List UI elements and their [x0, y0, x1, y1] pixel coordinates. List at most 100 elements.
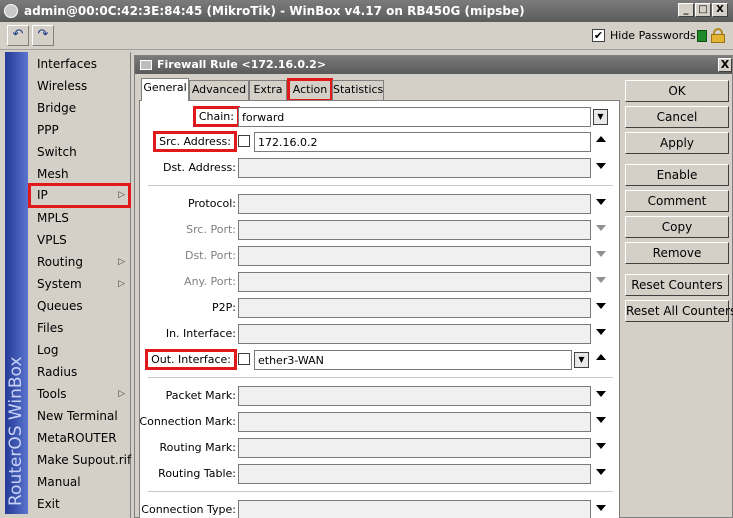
p2p-field[interactable]	[238, 298, 591, 318]
menu-item-switch[interactable]: Switch	[28, 141, 131, 163]
menu-item-wireless[interactable]: Wireless	[28, 75, 131, 97]
menu-item-routing[interactable]: Routing ▷	[28, 251, 131, 273]
menu-item-queues[interactable]: Queues	[28, 295, 131, 317]
menu-item-files[interactable]: Files	[28, 317, 131, 339]
brand-text: RouterOS WinBox	[6, 356, 26, 506]
close-window-button[interactable]: X	[712, 3, 728, 17]
section-divider	[148, 185, 613, 186]
apply-button[interactable]: Apply	[625, 132, 729, 154]
routing-table-field[interactable]	[238, 464, 591, 484]
any-port-label: Any. Port:	[184, 275, 236, 288]
remove-button[interactable]: Remove	[625, 242, 729, 264]
dst-address-field[interactable]	[238, 158, 591, 178]
routing-table-row: Routing Table:	[140, 464, 619, 486]
maximize-button[interactable]: □	[695, 3, 711, 17]
protocol-row: Protocol:	[140, 194, 619, 216]
hide-passwords-checkbox[interactable]: ✔	[592, 29, 605, 42]
tab-extra[interactable]: Extra	[249, 80, 287, 100]
dialog-title-bar[interactable]: Firewall Rule <172.16.0.2> X	[135, 56, 732, 74]
menu-item-exit[interactable]: Exit	[28, 493, 131, 515]
expand-arrow-icon[interactable]	[596, 469, 606, 475]
expand-arrow-icon[interactable]	[596, 303, 606, 309]
dialog-close-button[interactable]: X	[718, 58, 732, 72]
src-address-input[interactable]: 172.16.0.2	[254, 132, 591, 152]
tab-statistics[interactable]: Statistics	[332, 80, 384, 100]
out-interface-dropdown-button[interactable]: ▼	[574, 352, 589, 368]
expand-arrow-icon[interactable]	[596, 443, 606, 449]
firewall-rule-dialog: Firewall Rule <172.16.0.2> X General Adv…	[134, 55, 733, 518]
undo-button[interactable]: ↶	[7, 25, 29, 46]
submenu-arrow-icon: ▷	[118, 389, 125, 399]
tab-action[interactable]: Action	[287, 78, 333, 102]
window-title: admin@00:0C:42:3E:84:45 (MikroTik) - Win…	[24, 4, 525, 18]
copy-button[interactable]: Copy	[625, 216, 729, 238]
menu-item-manual[interactable]: Manual	[28, 471, 131, 493]
connection-type-field[interactable]	[238, 500, 591, 518]
connection-mark-row: Connection Mark:	[140, 412, 619, 434]
ok-button[interactable]: OK	[625, 80, 729, 102]
dst-port-field[interactable]	[238, 246, 591, 266]
chain-field[interactable]: forward	[238, 107, 591, 127]
menu-item-radius[interactable]: Radius	[28, 361, 131, 383]
enable-button[interactable]: Enable	[625, 164, 729, 186]
menu-item-tools[interactable]: Tools ▷	[28, 383, 131, 405]
src-port-field[interactable]	[238, 220, 591, 240]
p2p-label: P2P:	[212, 301, 236, 314]
window-title-bar[interactable]: admin@00:0C:42:3E:84:45 (MikroTik) - Win…	[0, 0, 733, 22]
connection-type-row: Connection Type:	[140, 500, 619, 518]
tab-general[interactable]: General	[141, 78, 189, 101]
menu-item-ppp[interactable]: PPP	[28, 119, 131, 141]
chain-dropdown-button[interactable]: ▼	[593, 109, 608, 125]
packet-mark-label: Packet Mark:	[165, 389, 236, 402]
tab-advanced[interactable]: Advanced	[189, 80, 249, 100]
src-port-label: Src. Port:	[186, 223, 236, 236]
reset-counters-button[interactable]: Reset Counters	[625, 274, 729, 296]
p2p-row: P2P:	[140, 298, 619, 320]
routing-mark-field[interactable]	[238, 438, 591, 458]
menu-item-metarouter[interactable]: MetaROUTER	[28, 427, 131, 449]
dst-address-label: Dst. Address:	[162, 161, 236, 174]
protocol-field[interactable]	[238, 194, 591, 214]
packet-mark-row: Packet Mark:	[140, 386, 619, 408]
menu-item-system[interactable]: System ▷	[28, 273, 131, 295]
menu-item-interfaces[interactable]: Interfaces	[28, 53, 131, 75]
out-interface-negate-checkbox[interactable]	[238, 353, 250, 365]
out-interface-field[interactable]: ether3-WAN	[254, 350, 572, 370]
menu-item-vpls[interactable]: VPLS	[28, 229, 131, 251]
dst-port-label: Dst. Port:	[184, 249, 236, 262]
connection-type-label: Connection Type:	[141, 503, 236, 516]
cancel-button[interactable]: Cancel	[625, 106, 729, 128]
minimize-button[interactable]: _	[678, 3, 694, 17]
src-address-negate-checkbox[interactable]	[238, 135, 250, 147]
general-tab-panel: Chain: forward ▼ Src. Address: 172.16.0.…	[139, 100, 620, 518]
menu-item-new-terminal[interactable]: New Terminal	[28, 405, 131, 427]
expand-arrow-icon[interactable]	[596, 505, 606, 511]
lock-icon	[711, 28, 725, 43]
collapse-arrow-icon[interactable]	[596, 136, 606, 142]
chain-label: Chain:	[192, 106, 241, 127]
expand-arrow-icon[interactable]	[596, 163, 606, 169]
expand-arrow-icon[interactable]	[596, 391, 606, 397]
main-toolbar: ↶ ↷ ✔ Hide Passwords	[0, 22, 733, 50]
connection-mark-field[interactable]	[238, 412, 591, 432]
expand-arrow-icon[interactable]	[596, 417, 606, 423]
submenu-arrow-icon: ▷	[118, 279, 125, 289]
src-port-row: Src. Port:	[140, 220, 619, 242]
out-interface-row: Out. Interface: ether3-WAN ▼	[140, 349, 619, 372]
menu-item-bridge[interactable]: Bridge	[28, 97, 131, 119]
any-port-field[interactable]	[238, 272, 591, 292]
reset-all-counters-button[interactable]: Reset All Counters	[625, 300, 733, 322]
in-interface-field[interactable]	[238, 324, 591, 344]
expand-arrow-icon[interactable]	[596, 199, 606, 205]
expand-arrow-icon[interactable]	[596, 329, 606, 335]
menu-item-mpls[interactable]: MPLS	[28, 207, 131, 229]
packet-mark-field[interactable]	[238, 386, 591, 406]
comment-button[interactable]: Comment	[625, 190, 729, 212]
redo-button[interactable]: ↷	[32, 25, 54, 46]
menu-item-make-supout[interactable]: Make Supout.rif	[28, 449, 131, 471]
menu-item-log[interactable]: Log	[28, 339, 131, 361]
routing-mark-label: Routing Mark:	[159, 441, 236, 454]
collapse-arrow-icon[interactable]	[596, 354, 606, 360]
menu-item-ip[interactable]: IP ▷	[28, 183, 131, 208]
menu-item-mesh[interactable]: Mesh	[28, 163, 131, 185]
